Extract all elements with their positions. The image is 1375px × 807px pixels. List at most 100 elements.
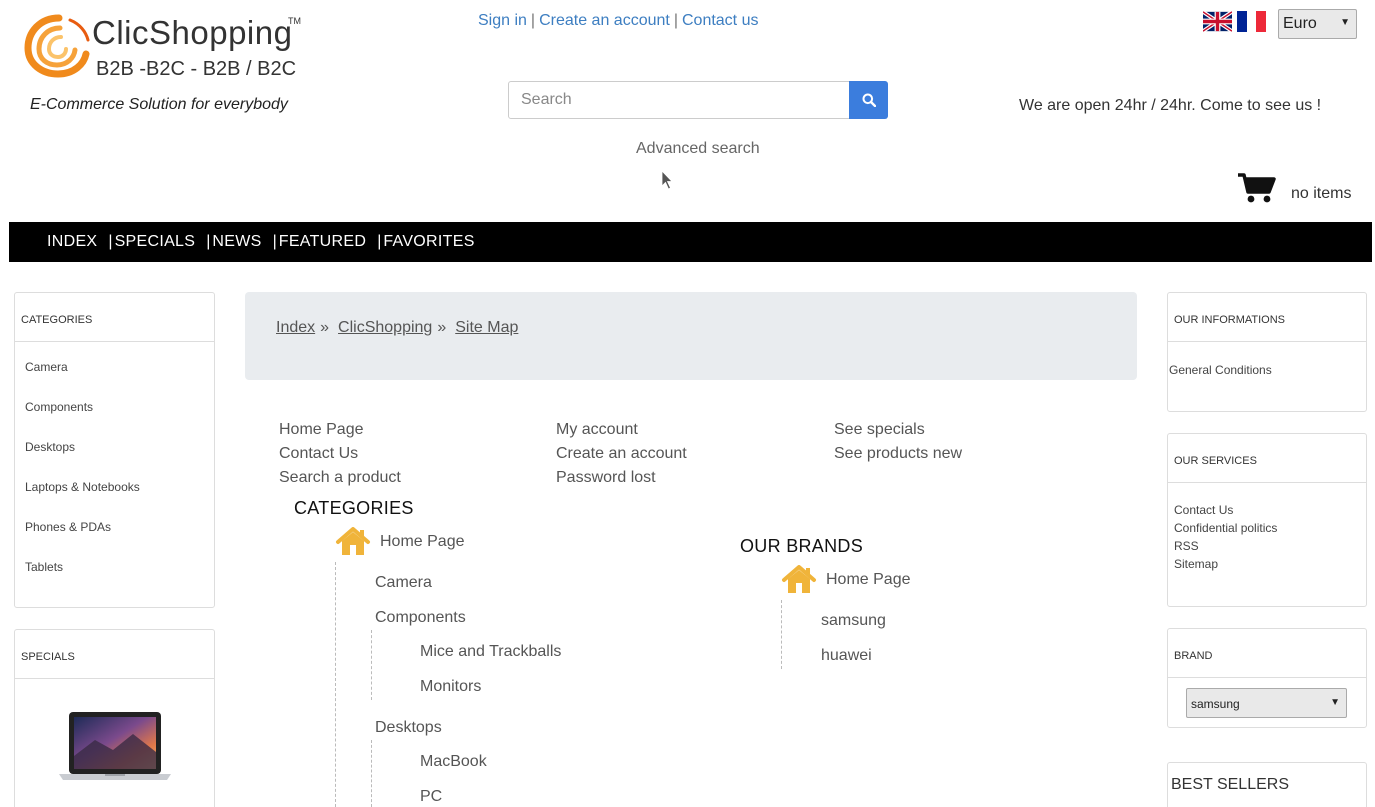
search-input[interactable]: Search	[508, 81, 850, 119]
logo-tagline: B2B -B2C - B2B / B2C	[96, 58, 297, 80]
tree-line	[781, 600, 782, 669]
sitemap-link-contact[interactable]: Contact Us	[279, 442, 401, 466]
specials-box: SPECIALS	[14, 629, 215, 807]
sitemap-link-my-account[interactable]: My account	[556, 418, 687, 442]
sitemap-column-products: See specials See products new	[834, 418, 962, 466]
breadcrumb-separator: »	[437, 319, 447, 336]
sitemap-link-products-new[interactable]: See products new	[834, 442, 962, 466]
search-placeholder: Search	[521, 91, 572, 108]
best-sellers-box: BEST SELLERS	[1167, 762, 1367, 807]
services-box-title: OUR SERVICES	[1168, 434, 1366, 483]
category-link-tablets[interactable]: Tablets	[15, 542, 214, 582]
english-flag-icon[interactable]	[1203, 11, 1232, 32]
breadcrumb-separator: »	[320, 319, 330, 336]
language-flags	[1203, 11, 1266, 32]
sitemap-categories-title: CATEGORIES	[294, 498, 414, 518]
brand-item-huawei[interactable]: huawei	[821, 647, 872, 665]
tree-line	[371, 740, 372, 807]
cart-status-text[interactable]: no items	[1291, 185, 1351, 203]
sign-in-link[interactable]: Sign in	[478, 12, 527, 29]
tree-item-pc[interactable]: PC	[420, 788, 442, 806]
specials-box-title: SPECIALS	[15, 630, 214, 679]
chevron-down-icon: ▼	[1340, 17, 1350, 28]
sitemap-column-account: My account Create an account Password lo…	[556, 418, 687, 490]
breadcrumb: Index » ClicShopping » Site Map	[245, 292, 1137, 380]
categories-tree-home[interactable]: Home Page	[335, 527, 465, 557]
laptop-product-image[interactable]	[55, 690, 175, 790]
service-link-sitemap[interactable]: Sitemap	[1168, 555, 1366, 573]
home-icon	[782, 565, 816, 593]
top-link-separator: |	[530, 12, 536, 29]
create-account-link[interactable]: Create an account	[539, 12, 670, 29]
nav-featured[interactable]: FEATURED	[279, 233, 366, 251]
nav-index[interactable]: INDEX	[47, 233, 97, 251]
brand-box: BRAND samsung ▼	[1167, 628, 1367, 728]
logo-trademark: TM	[288, 16, 301, 26]
brand-select[interactable]: samsung ▼	[1186, 688, 1347, 718]
service-link-rss[interactable]: RSS	[1168, 537, 1366, 555]
tree-item-camera[interactable]: Camera	[375, 574, 432, 592]
search-button[interactable]	[849, 81, 888, 119]
informations-box-title: OUR INFORMATIONS	[1168, 293, 1366, 342]
shopping-cart-icon[interactable]	[1238, 172, 1276, 204]
breadcrumb-index[interactable]: Index	[276, 319, 315, 336]
sitemap-link-search[interactable]: Search a product	[279, 466, 401, 490]
tree-item-mice[interactable]: Mice and Trackballs	[420, 643, 561, 661]
currency-selected-value: Euro	[1283, 15, 1317, 32]
advanced-search-link[interactable]: Advanced search	[636, 140, 760, 158]
service-link-confidential[interactable]: Confidential politics	[1168, 519, 1366, 537]
info-link-general-conditions[interactable]: General Conditions	[1169, 363, 1366, 377]
tree-item-monitors[interactable]: Monitors	[420, 678, 481, 696]
mouse-cursor-icon	[661, 170, 673, 190]
brand-box-title: BRAND	[1168, 629, 1366, 678]
french-flag-icon[interactable]	[1237, 11, 1266, 32]
best-sellers-title: BEST SELLERS	[1171, 776, 1289, 793]
currency-select[interactable]: Euro ▼	[1278, 9, 1357, 39]
logo-brand-text: ClicShopping	[92, 14, 293, 51]
sitemap-column-general: Home Page Contact Us Search a product	[279, 418, 401, 490]
tree-item-macbook[interactable]: MacBook	[420, 753, 487, 771]
services-box: OUR SERVICES Contact Us Confidential pol…	[1167, 433, 1367, 607]
informations-box: OUR INFORMATIONS General Conditions	[1167, 292, 1367, 412]
brand-selected-value: samsung	[1191, 697, 1240, 711]
opening-hours-message: We are open 24hr / 24hr. Come to see us …	[1019, 97, 1322, 114]
tree-line	[335, 562, 336, 807]
main-navigation: INDEX | SPECIALS | NEWS | FEATURED | FAV…	[9, 222, 1372, 262]
categories-box: CATEGORIES Camera Components Desktops La…	[14, 292, 215, 608]
category-link-desktops[interactable]: Desktops	[15, 422, 214, 462]
categories-tree-home-label: Home Page	[380, 533, 465, 550]
contact-us-link[interactable]: Contact us	[682, 12, 758, 29]
logo-swirl-icon	[24, 14, 90, 78]
service-link-contact[interactable]: Contact Us	[1168, 501, 1366, 519]
categories-box-title: CATEGORIES	[15, 293, 214, 342]
logo-slogan: E-Commerce Solution for everybody	[30, 96, 288, 113]
top-links: Sign in | Create an account | Contact us	[478, 12, 758, 30]
brand-item-samsung[interactable]: samsung	[821, 612, 886, 630]
brands-tree-home[interactable]: Home Page	[781, 565, 911, 595]
nav-separator: |	[272, 233, 277, 250]
breadcrumb-clicshopping[interactable]: ClicShopping	[338, 319, 432, 336]
sitemap-link-create-account[interactable]: Create an account	[556, 442, 687, 466]
nav-separator: |	[108, 233, 113, 250]
sitemap-link-specials[interactable]: See specials	[834, 418, 962, 442]
sitemap-link-home[interactable]: Home Page	[279, 418, 401, 442]
category-link-laptops[interactable]: Laptops & Notebooks	[15, 462, 214, 502]
nav-favorites[interactable]: FAVORITES	[383, 233, 474, 251]
nav-separator: |	[377, 233, 382, 250]
site-logo[interactable]: ClicShopping TM B2B -B2C - B2B / B2C E-C…	[24, 10, 314, 120]
nav-news[interactable]: NEWS	[212, 233, 261, 251]
sitemap-brands-title: OUR BRANDS	[740, 536, 864, 556]
tree-item-desktops[interactable]: Desktops	[375, 719, 442, 737]
brands-tree-home-label: Home Page	[826, 571, 911, 588]
category-link-camera[interactable]: Camera	[15, 342, 214, 382]
tree-line	[371, 630, 372, 700]
category-link-phones[interactable]: Phones & PDAs	[15, 502, 214, 542]
home-icon	[336, 527, 370, 555]
breadcrumb-site-map[interactable]: Site Map	[455, 319, 518, 336]
sitemap-link-password-lost[interactable]: Password lost	[556, 466, 687, 490]
category-link-components[interactable]: Components	[15, 382, 214, 422]
top-link-separator: |	[673, 12, 678, 29]
nav-specials[interactable]: SPECIALS	[115, 233, 196, 251]
chevron-down-icon: ▼	[1330, 697, 1340, 708]
tree-item-components[interactable]: Components	[375, 609, 466, 627]
